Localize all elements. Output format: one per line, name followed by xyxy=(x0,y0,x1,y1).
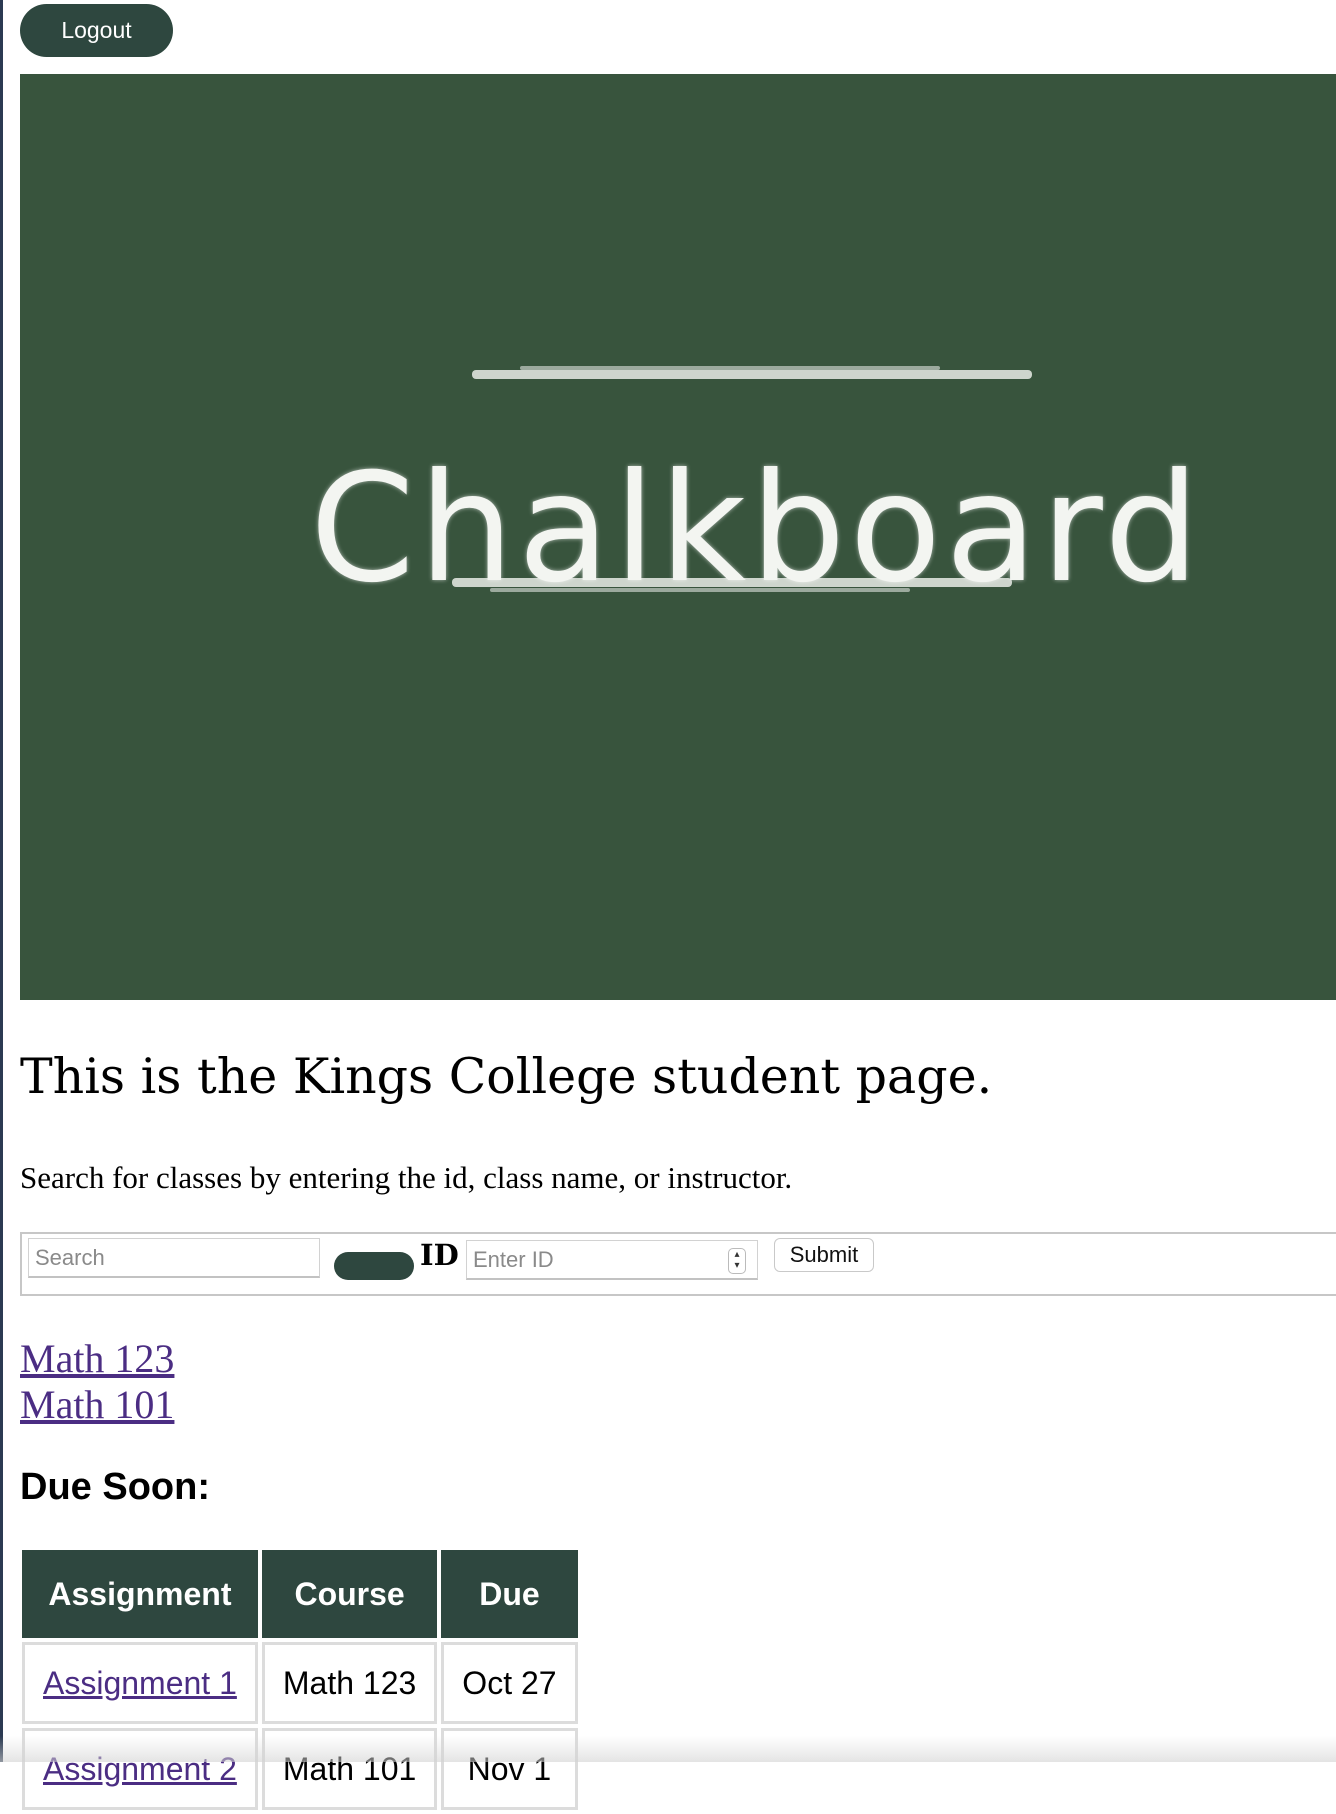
column-header-assignment: Assignment xyxy=(22,1550,258,1638)
id-input[interactable] xyxy=(466,1240,758,1280)
class-link-math-123[interactable]: Math 123 xyxy=(20,1336,174,1382)
search-instructions: Search for classes by entering the id, c… xyxy=(20,1160,793,1195)
chalkboard-logo: Chalkboard xyxy=(310,442,1204,616)
id-label: ID xyxy=(420,1238,459,1272)
table-header-row: Assignment Course Due xyxy=(22,1550,578,1638)
search-toggle-button[interactable] xyxy=(334,1252,414,1280)
class-search-form: ID ▴▾ Submit xyxy=(20,1232,1336,1296)
course-cell: Math 123 xyxy=(261,1642,438,1724)
logout-button[interactable]: Logout xyxy=(20,4,173,57)
table-row: Assignment 1 Math 123 Oct 27 xyxy=(22,1642,578,1724)
assignment-cell: Assignment 1 xyxy=(22,1642,258,1724)
column-header-due: Due xyxy=(441,1550,578,1638)
due-soon-table: Assignment Course Due Assignment 1 Math … xyxy=(18,1546,582,1814)
due-date-cell: Oct 27 xyxy=(441,1642,578,1724)
page-title: This is the Kings College student page. xyxy=(20,1048,993,1105)
search-input[interactable] xyxy=(28,1238,320,1278)
window-edge xyxy=(0,0,3,1762)
banner-image: Chalkboard xyxy=(20,74,1336,1000)
number-stepper-icon[interactable]: ▴ ▾ xyxy=(728,1248,746,1274)
bottom-fade xyxy=(0,1736,1336,1762)
due-soon-heading: Due Soon: xyxy=(20,1466,210,1508)
class-list: Math 123 Math 101 xyxy=(20,1336,174,1428)
submit-button[interactable]: Submit xyxy=(774,1238,874,1272)
assignment-link[interactable]: Assignment 1 xyxy=(43,1665,237,1701)
column-header-course: Course xyxy=(261,1550,438,1638)
class-link-math-101[interactable]: Math 101 xyxy=(20,1382,174,1428)
